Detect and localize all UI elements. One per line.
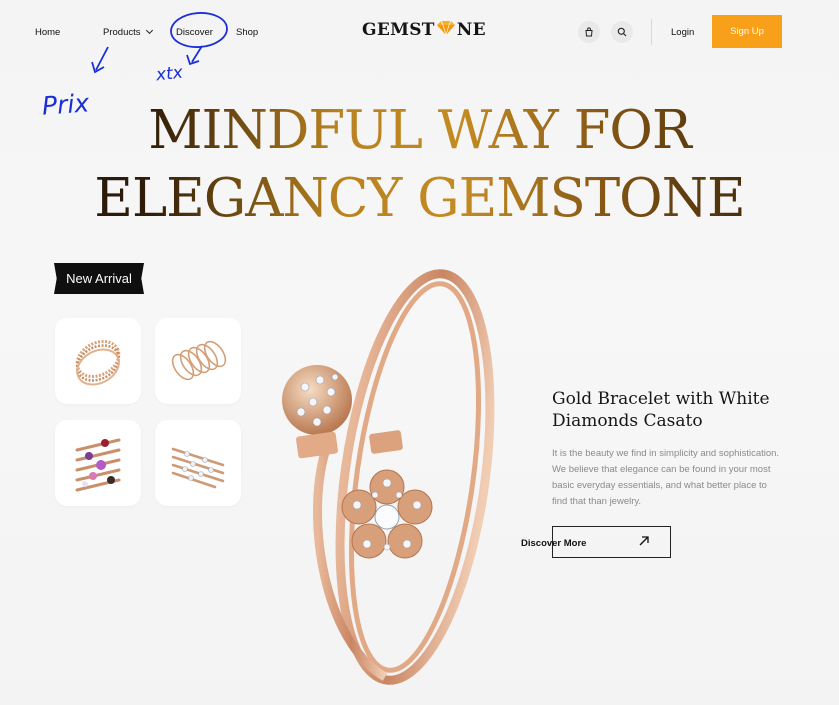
nav-shop[interactable]: Shop xyxy=(236,27,258,38)
nav-products[interactable]: Products xyxy=(103,26,153,38)
header-divider xyxy=(651,19,652,45)
thumbnail-diamond-bars[interactable] xyxy=(155,420,241,506)
hero-title-line-2: ELEGANCY GEMSTONE xyxy=(0,168,839,229)
gem-rings-image xyxy=(75,438,121,492)
product-title: Gold Bracelet with White Diamonds Casato xyxy=(552,389,770,431)
arrow-up-right-icon xyxy=(639,536,649,546)
search-icon xyxy=(617,27,627,37)
gold-bracelet-image xyxy=(282,269,495,685)
thumbnail-gem-rings[interactable] xyxy=(55,420,141,506)
product-description: It is the beauty we find in simplicity a… xyxy=(552,448,780,507)
handwritten-note-xtx: xtx xyxy=(155,62,184,86)
nav-discover[interactable]: Discover xyxy=(176,27,213,38)
search-button[interactable] xyxy=(611,21,633,43)
diamond-icon xyxy=(436,20,456,41)
shopping-bag-icon xyxy=(585,27,593,37)
arrow-to-prix xyxy=(95,46,109,71)
nav-products-label: Products xyxy=(103,27,141,38)
login-link[interactable]: Login xyxy=(671,27,694,38)
main-product-image xyxy=(265,262,510,687)
logo-text-start: GEMST xyxy=(362,20,435,40)
thumbnail-spiral-bracelet[interactable] xyxy=(155,318,241,404)
chevron-down-icon xyxy=(145,26,153,35)
brand-logo[interactable]: GEMST NE xyxy=(362,20,486,41)
nav-home[interactable]: Home xyxy=(35,27,60,38)
thumbnail-bangle-stack[interactable] xyxy=(55,318,141,404)
cart-button[interactable] xyxy=(578,21,600,43)
bangle-stack-image xyxy=(75,339,121,386)
hero-title-line-1: MINDFUL WAY FOR xyxy=(0,100,839,161)
signup-button[interactable]: Sign Up xyxy=(712,15,782,48)
discover-more-label: Discover More xyxy=(521,538,587,549)
spiral-bracelet-image xyxy=(171,340,227,381)
new-arrival-badge: New Arrival xyxy=(54,263,144,294)
logo-text-end: NE xyxy=(456,20,486,40)
arrow-to-xtx xyxy=(191,45,203,63)
diamond-bars-image xyxy=(171,447,225,489)
